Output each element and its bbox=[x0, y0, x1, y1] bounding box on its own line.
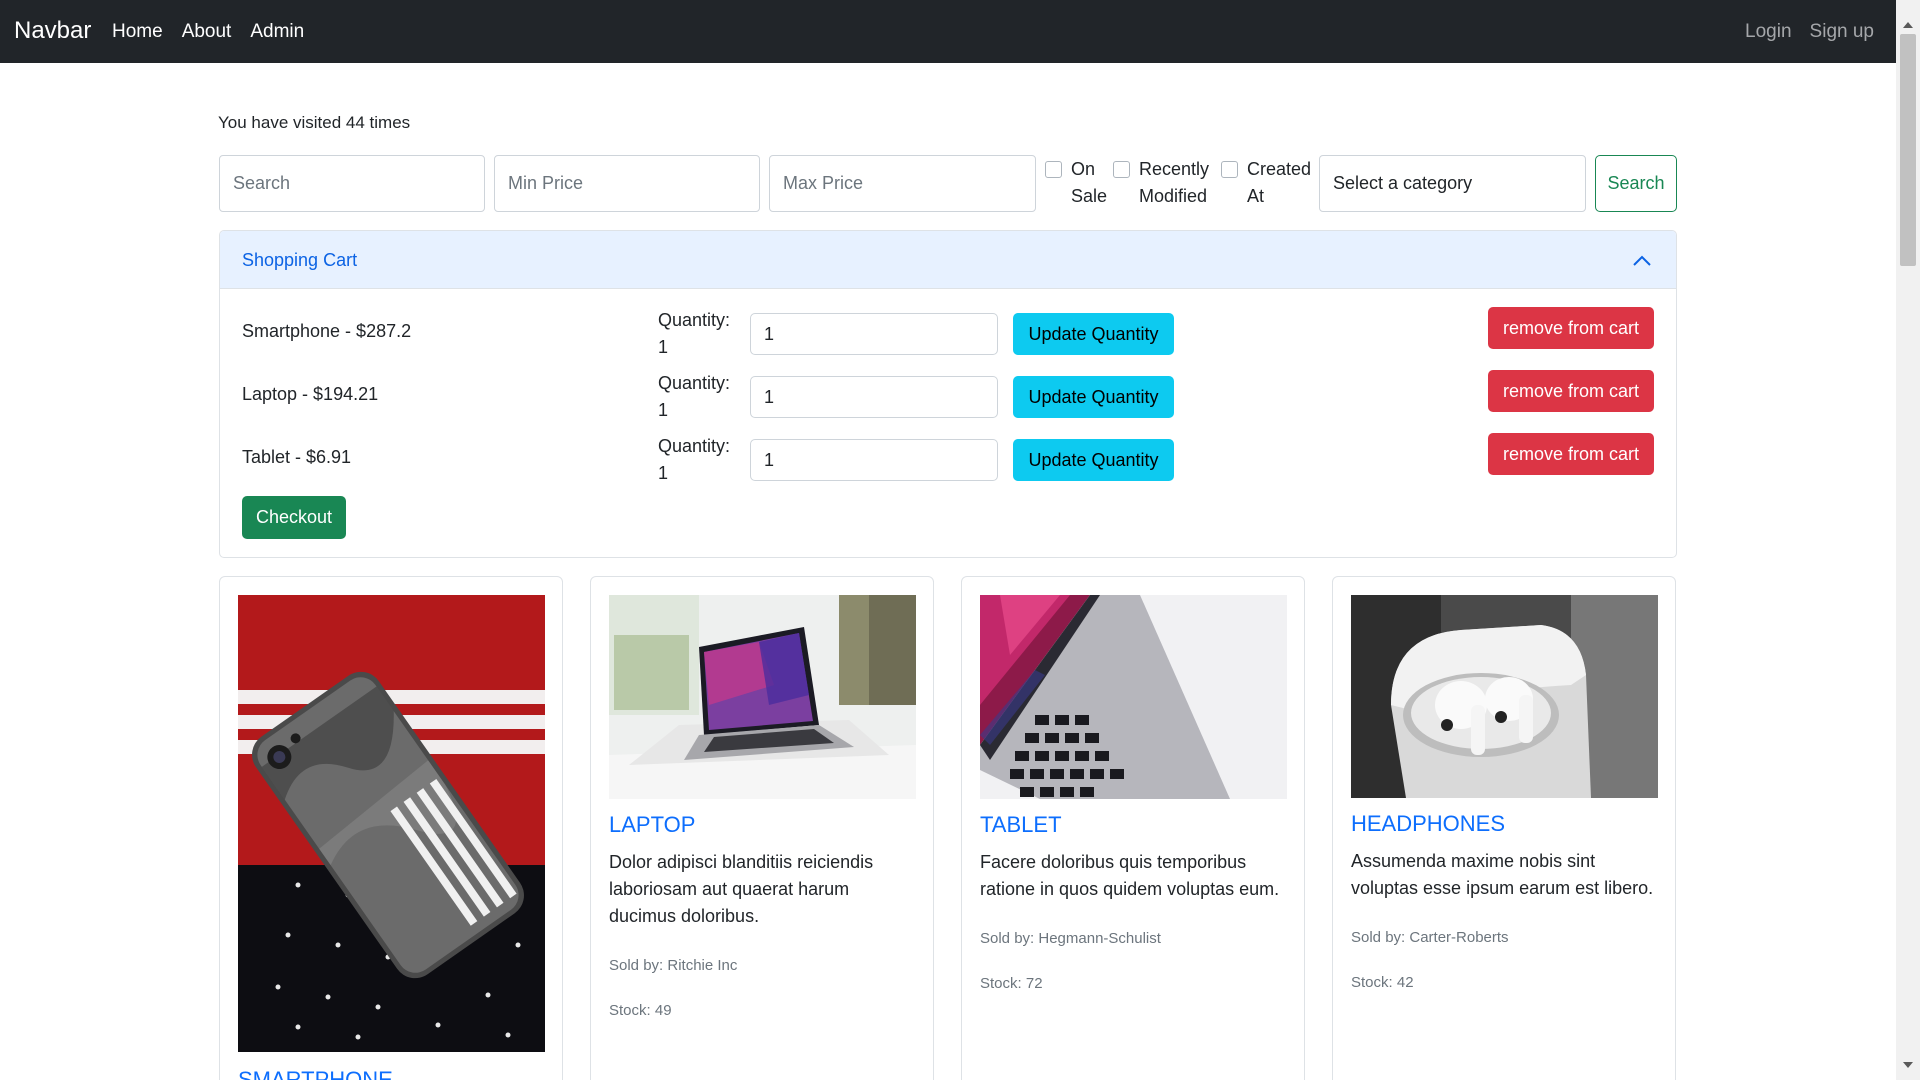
nav-link-login[interactable]: Login bbox=[1745, 21, 1792, 43]
chevron-up-icon[interactable] bbox=[1632, 251, 1652, 271]
shopping-cart-accordion: Shopping Cart Smartphone - $287.2 Quanti… bbox=[219, 230, 1677, 558]
created-at-checkbox[interactable] bbox=[1221, 161, 1238, 178]
on-sale-label: On Sale bbox=[1071, 159, 1108, 206]
smartphone-product-image[interactable] bbox=[238, 595, 545, 1052]
remove-from-cart-button[interactable]: remove from cart bbox=[1488, 370, 1654, 412]
product-description: Assumenda maxime nobis sint voluptas ess… bbox=[1351, 851, 1654, 898]
search-input[interactable] bbox=[219, 155, 485, 212]
product-seller: Sold by: Ritchie Inc bbox=[609, 957, 738, 974]
checkout-button[interactable]: Checkout bbox=[242, 496, 346, 539]
created-at-label: Created At bbox=[1247, 159, 1312, 206]
headphones-product-image[interactable] bbox=[1351, 595, 1658, 798]
scroll-up-arrow-icon[interactable] bbox=[1903, 22, 1913, 28]
nav-link-signup[interactable]: Sign up bbox=[1810, 21, 1874, 43]
product-stock: Stock: 42 bbox=[1351, 974, 1414, 991]
visit-counter-text: You have visited 44 times bbox=[218, 113, 411, 132]
recently-modified-checkbox[interactable] bbox=[1113, 161, 1130, 178]
shopping-cart-header[interactable]: Shopping Cart bbox=[220, 231, 1676, 289]
remove-from-cart-button[interactable]: remove from cart bbox=[1488, 307, 1654, 349]
tablet-product-image[interactable] bbox=[980, 595, 1287, 799]
remove-from-cart-button[interactable]: remove from cart bbox=[1488, 433, 1654, 475]
product-title[interactable]: HEADPHONES bbox=[1351, 811, 1505, 837]
quantity-input[interactable] bbox=[750, 376, 998, 418]
cart-item-name: Smartphone - $287.2 bbox=[242, 321, 412, 341]
nav-link-admin[interactable]: Admin bbox=[250, 21, 304, 43]
scroll-down-arrow-icon[interactable] bbox=[1903, 1062, 1913, 1068]
search-button[interactable]: Search bbox=[1595, 155, 1677, 212]
laptop-product-image[interactable] bbox=[609, 595, 916, 799]
quantity-label: Quantity: 1 bbox=[658, 373, 731, 420]
nav-link-about[interactable]: About bbox=[182, 21, 232, 43]
scroll-thumb[interactable] bbox=[1900, 34, 1916, 266]
navbar-brand[interactable]: Navbar bbox=[14, 17, 91, 45]
product-description: Facere doloribus quis temporibus ratione… bbox=[980, 852, 1280, 899]
recently-modified-filter[interactable]: Recently Modified bbox=[1113, 156, 1209, 210]
product-stock: Stock: 49 bbox=[609, 1002, 672, 1019]
nav-auth-links: Login Sign up bbox=[1727, 21, 1874, 43]
update-quantity-button[interactable]: Update Quantity bbox=[1013, 376, 1174, 418]
product-card-headphones: HEADPHONES Assumenda maxime nobis sint v… bbox=[1332, 576, 1676, 1080]
product-card-laptop: LAPTOP Dolor adipisci blanditiis reicien… bbox=[590, 576, 934, 1080]
cart-item-name: Laptop - $194.21 bbox=[242, 384, 379, 404]
product-seller: Sold by: Carter-Roberts bbox=[1351, 929, 1509, 946]
product-card-smartphone: SMARTPHONE bbox=[219, 576, 563, 1080]
category-select[interactable]: Select a category bbox=[1319, 155, 1586, 212]
nav-link-home[interactable]: Home bbox=[112, 21, 163, 43]
min-price-input[interactable] bbox=[494, 155, 760, 212]
product-title[interactable]: LAPTOP bbox=[609, 812, 695, 838]
product-title[interactable]: TABLET bbox=[980, 812, 1062, 838]
max-price-input[interactable] bbox=[769, 155, 1036, 212]
cart-item-row: Laptop - $194.21 Quantity: 1 Update Quan… bbox=[220, 370, 1676, 420]
product-card-tablet: TABLET Facere doloribus quis temporibus … bbox=[961, 576, 1305, 1080]
nav-links: Home About Admin bbox=[112, 21, 323, 43]
cart-item-row: Tablet - $6.91 Quantity: 1 Update Quanti… bbox=[220, 433, 1676, 483]
cart-item-name: Tablet - $6.91 bbox=[242, 447, 352, 467]
quantity-input[interactable] bbox=[750, 313, 998, 355]
update-quantity-button[interactable]: Update Quantity bbox=[1013, 313, 1174, 355]
quantity-label: Quantity: 1 bbox=[658, 436, 731, 483]
product-title[interactable]: SMARTPHONE bbox=[238, 1067, 393, 1080]
recently-modified-label: Recently Modified bbox=[1139, 159, 1210, 206]
quantity-input[interactable] bbox=[750, 439, 998, 481]
on-sale-filter[interactable]: On Sale bbox=[1045, 156, 1107, 210]
created-at-filter[interactable]: Created At bbox=[1221, 156, 1311, 210]
shopping-cart-title: Shopping Cart bbox=[242, 250, 358, 270]
product-seller: Sold by: Hegmann-Schulist bbox=[980, 930, 1161, 947]
page-scrollbar[interactable] bbox=[1896, 0, 1920, 1080]
product-stock: Stock: 72 bbox=[980, 975, 1043, 992]
on-sale-checkbox[interactable] bbox=[1045, 161, 1062, 178]
update-quantity-button[interactable]: Update Quantity bbox=[1013, 439, 1174, 481]
quantity-label: Quantity: 1 bbox=[658, 310, 731, 357]
navbar: Navbar Home About Admin Login Sign up bbox=[0, 0, 1896, 63]
cart-item-row: Smartphone - $287.2 Quantity: 1 Update Q… bbox=[220, 307, 1676, 357]
product-description: Dolor adipisci blanditiis reiciendis lab… bbox=[609, 852, 874, 926]
